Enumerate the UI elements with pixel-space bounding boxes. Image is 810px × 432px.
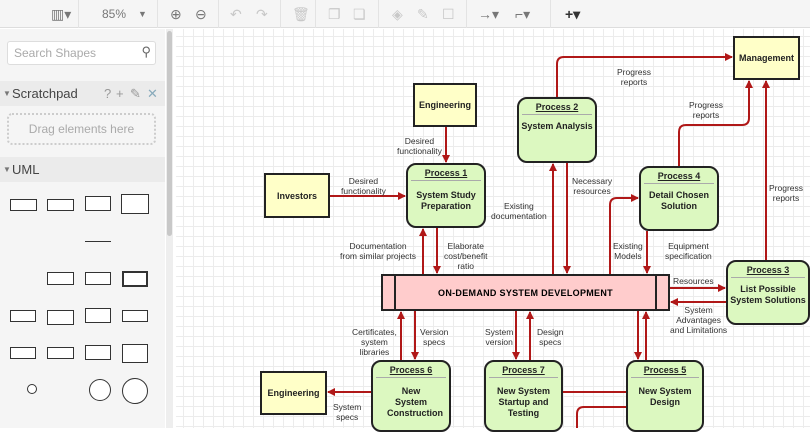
process-id: Process 1 <box>411 165 481 181</box>
label-desired-2: Desired functionality <box>341 176 386 196</box>
label-certificates: Certificates, system libraries <box>352 327 397 357</box>
process-2[interactable]: Process 2 System Analysis <box>517 97 597 163</box>
process-name: System Study Preparation <box>416 190 476 211</box>
arrow-store-p4 <box>609 194 639 274</box>
process-id: Process 2 <box>522 99 592 115</box>
process-name: New System Design <box>638 386 692 407</box>
label-progress-3: Progress reports <box>769 183 804 203</box>
label-elaborate: Elaborate cost/benefit ratio <box>444 241 488 271</box>
process-name: New System Startup and Testing <box>496 386 551 418</box>
label-documentation: Documentation from similar projects <box>340 241 417 261</box>
process-3[interactable]: Process 3 List Possible System Solutions <box>726 260 810 325</box>
label-existing-docs: Existing documentation <box>491 201 547 221</box>
line-p5-down <box>576 406 626 428</box>
label-system-version: System version <box>485 327 514 347</box>
label-system-specs: System specs <box>333 402 362 422</box>
process-name: System Analysis <box>521 121 593 131</box>
label-design-specs: Design specs <box>537 327 564 347</box>
label-equipment: Equipment specification <box>665 241 712 261</box>
entity-engineering-top[interactable]: Engineering <box>413 83 477 127</box>
label-existing-models: Existing Models <box>613 241 643 261</box>
label-progress-2: Progress reports <box>689 100 724 120</box>
process-5[interactable]: Process 5 New System Design <box>626 360 704 432</box>
process-1[interactable]: Process 1 System Study Preparation <box>406 163 486 228</box>
process-name: New System Construction <box>387 386 443 418</box>
process-id: Process 7 <box>489 362 558 378</box>
label-resources: Resources <box>673 276 714 286</box>
label-version-specs: Version specs <box>420 327 449 347</box>
process-name: Detail Chosen Solution <box>648 190 709 211</box>
process-id: Process 4 <box>644 168 714 184</box>
label-necessary: Necessary resources <box>572 176 613 196</box>
entity-investors[interactable]: Investors <box>264 173 330 218</box>
data-store-label: ON-DEMAND SYSTEM DEVELOPMENT <box>438 287 613 298</box>
label-desired-1: Desired functionality <box>397 136 442 156</box>
label-advantages: System Advantages and Limitations <box>670 305 728 335</box>
process-id: Process 6 <box>376 362 446 378</box>
process-name: List Possible System Solutions <box>730 284 806 305</box>
label-progress-1: Progress reports <box>617 67 652 87</box>
process-6[interactable]: Process 6 New System Construction <box>371 360 451 432</box>
entity-management[interactable]: Management <box>733 36 800 80</box>
process-id: Process 5 <box>631 362 699 378</box>
process-7[interactable]: Process 7 New System Startup and Testing <box>484 360 563 432</box>
process-4[interactable]: Process 4 Detail Chosen Solution <box>639 166 719 231</box>
process-id: Process 3 <box>731 262 805 278</box>
arrow-p4-management <box>678 80 753 166</box>
data-store-on-demand[interactable]: ON-DEMAND SYSTEM DEVELOPMENT <box>381 274 670 311</box>
entity-engineering-bottom[interactable]: Engineering <box>260 371 327 415</box>
